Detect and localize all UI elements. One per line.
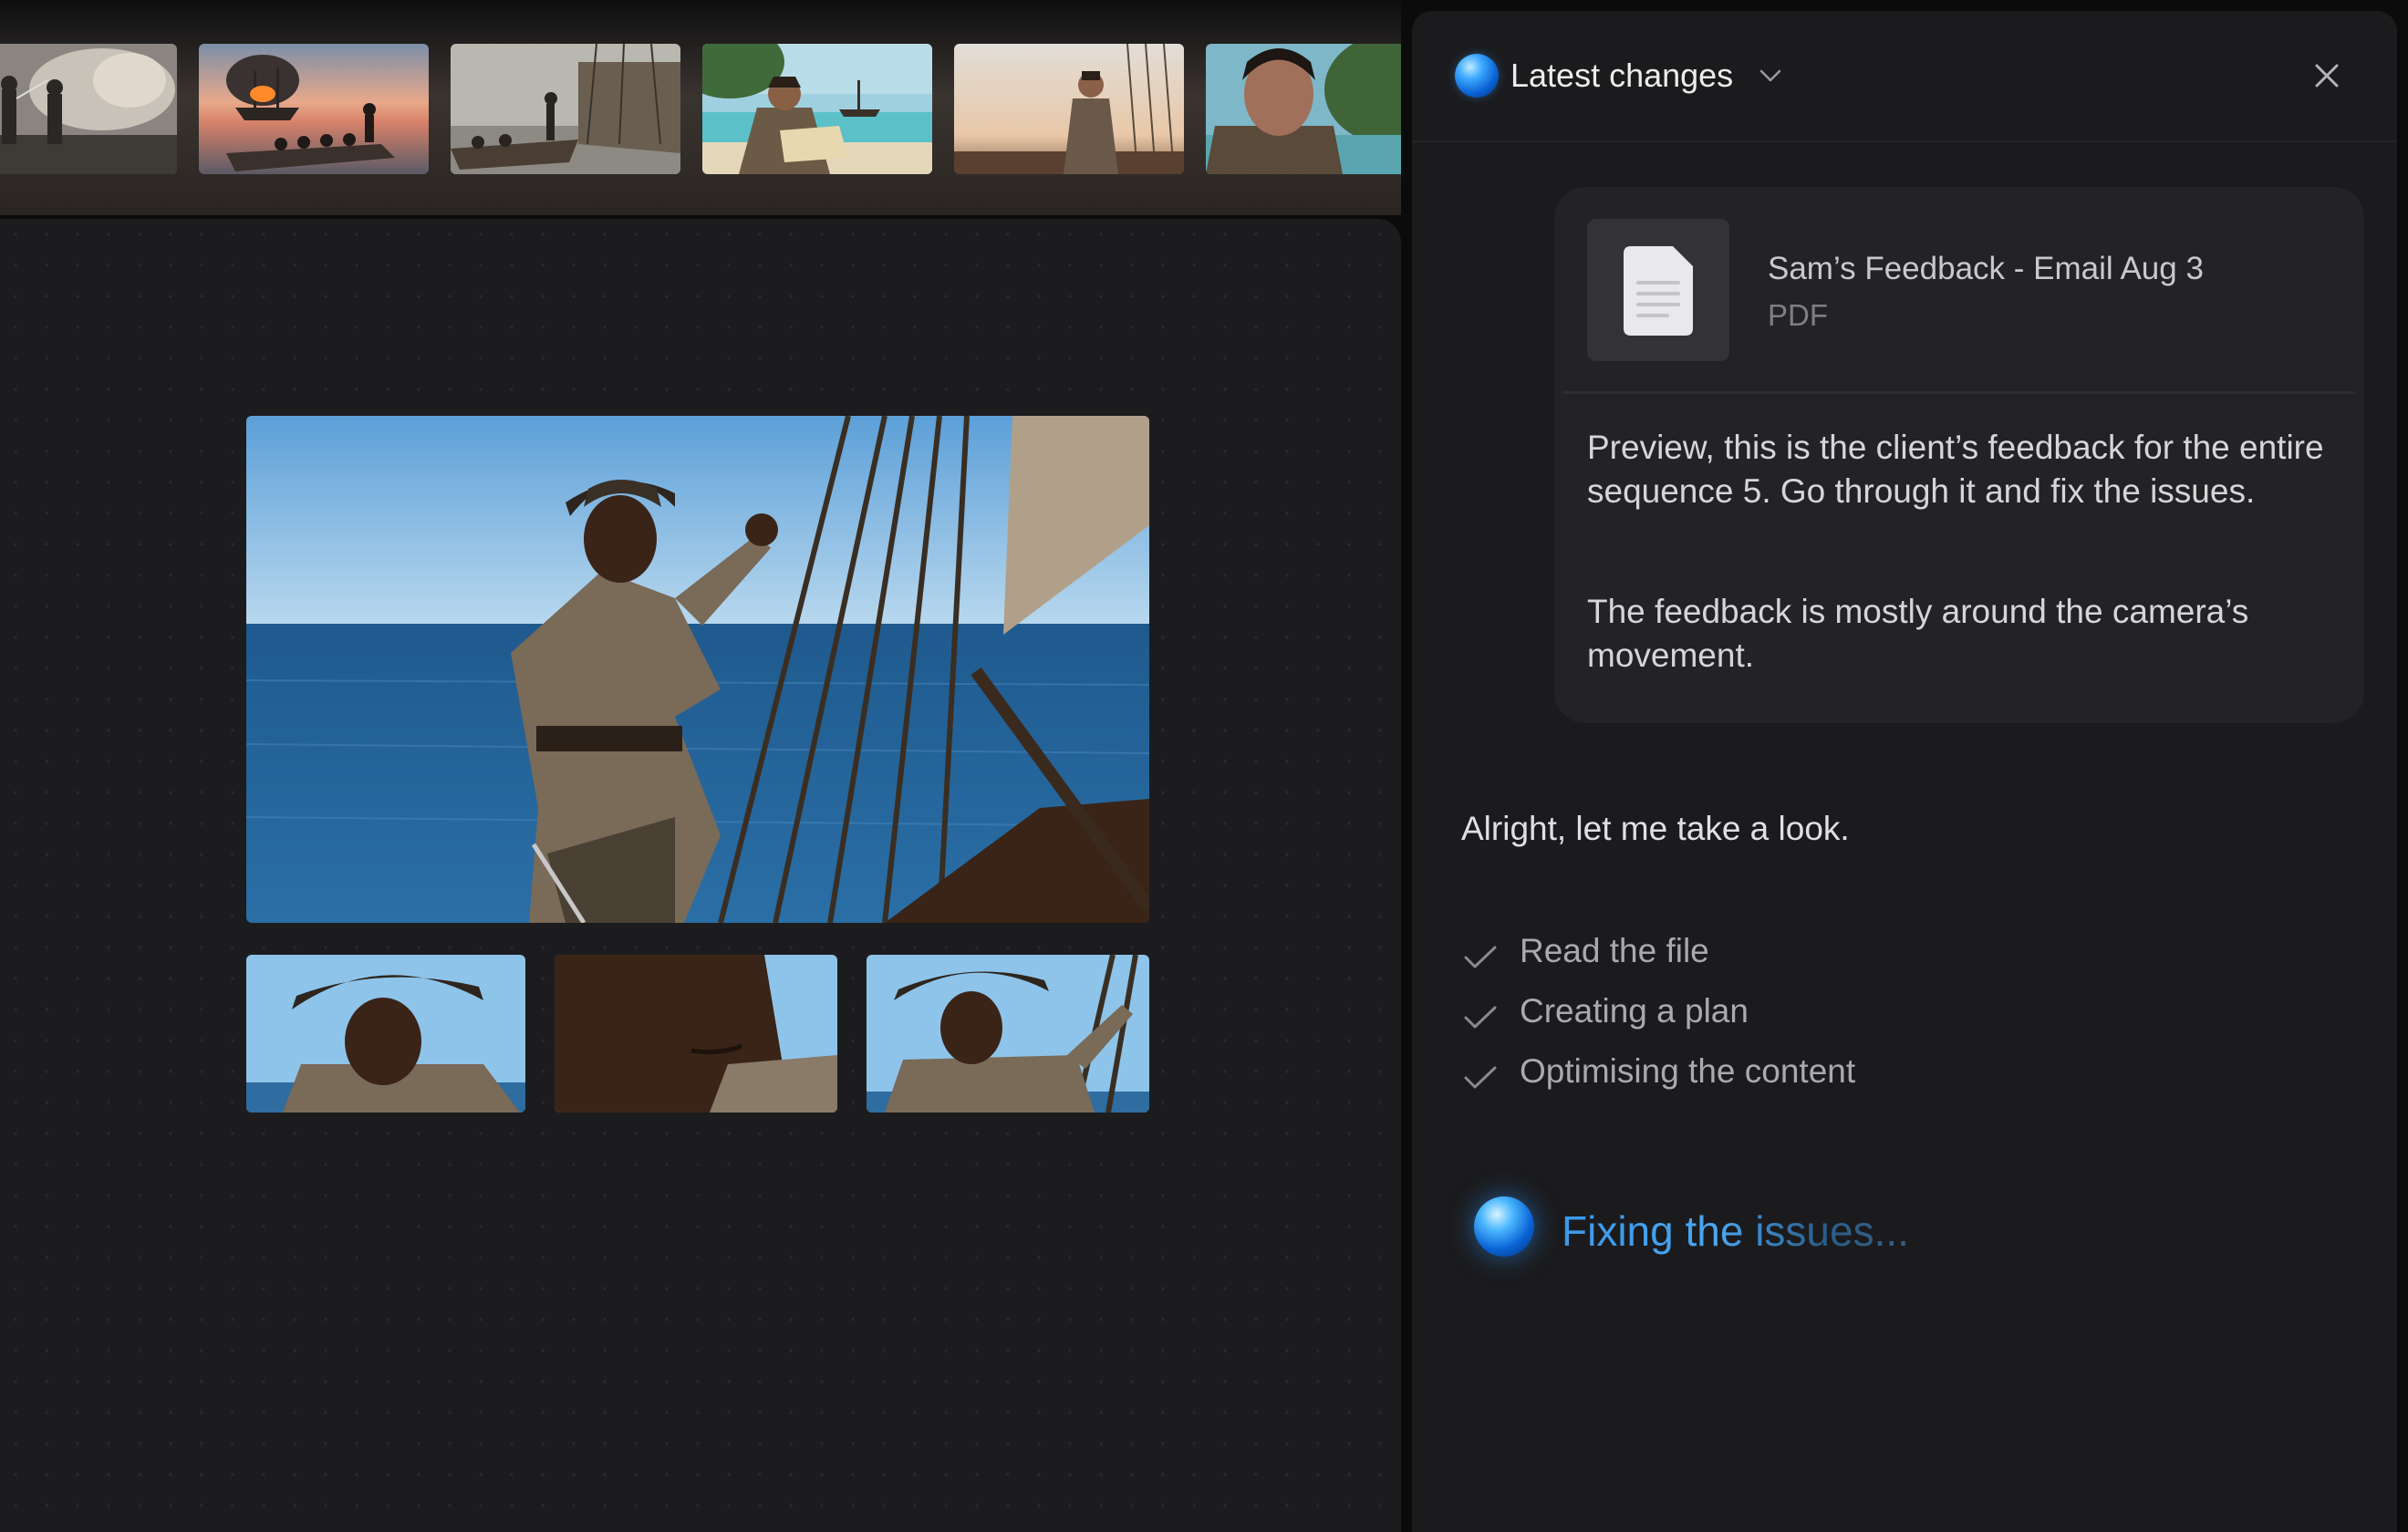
step-label: Optimising the content xyxy=(1520,1052,1856,1090)
timeline-frame-map-beach[interactable] xyxy=(702,44,932,174)
panel-header: Latest changes xyxy=(1412,11,2397,142)
panel-title-dropdown[interactable]: Latest changes xyxy=(1510,55,1733,97)
timeline-frame-burning-ship[interactable] xyxy=(199,44,429,174)
shot-thumbnail-rope[interactable] xyxy=(867,955,1149,1113)
shot-thumbnail-closeup[interactable] xyxy=(555,955,837,1113)
document-icon xyxy=(1624,246,1693,336)
timeline-frame-closeup-island[interactable] xyxy=(1206,44,1401,174)
check-icon xyxy=(1464,1006,1497,1029)
user-message-card: Sam’s Feedback - Email Aug 3 PDF Preview… xyxy=(1554,187,2364,723)
timeline-strip xyxy=(0,0,1401,215)
status-text: Fixing the issues... xyxy=(1562,1207,1909,1255)
assistant-panel: Latest changes Sam’s Feedback - Email Au… xyxy=(1412,11,2397,1532)
step-label: Creating a plan xyxy=(1520,992,1749,1030)
check-icon xyxy=(1464,1066,1497,1089)
file-type: PDF xyxy=(1768,298,1828,332)
assistant-orb-icon xyxy=(1455,54,1499,98)
message-paragraph-1: Preview, this is the client’s feedback f… xyxy=(1587,429,2324,510)
hero-image-pirate-on-ship[interactable] xyxy=(246,416,1149,923)
file-attachment[interactable]: Sam’s Feedback - Email Aug 3 PDF xyxy=(1563,187,2355,394)
message-paragraph-2: The feedback is mostly around the camera… xyxy=(1587,593,2249,674)
close-icon[interactable] xyxy=(2311,60,2342,91)
timeline-frame-rowboat[interactable] xyxy=(451,44,680,174)
assistant-reply: Alright, let me take a look. xyxy=(1461,810,1850,847)
timeline-frames xyxy=(0,44,1401,174)
file-thumbnail xyxy=(1587,219,1729,361)
check-icon xyxy=(1464,946,1497,968)
file-name: Sam’s Feedback - Email Aug 3 xyxy=(1768,251,2204,286)
assistant-working-orb-icon xyxy=(1474,1196,1534,1257)
chevron-down-icon[interactable] xyxy=(1759,67,1782,84)
shot-thumbnail-medium[interactable] xyxy=(246,955,525,1113)
timeline-frame-sword-fight[interactable] xyxy=(0,44,177,174)
step-label: Read the file xyxy=(1520,932,1709,969)
timeline-frame-deck-sunset[interactable] xyxy=(954,44,1184,174)
